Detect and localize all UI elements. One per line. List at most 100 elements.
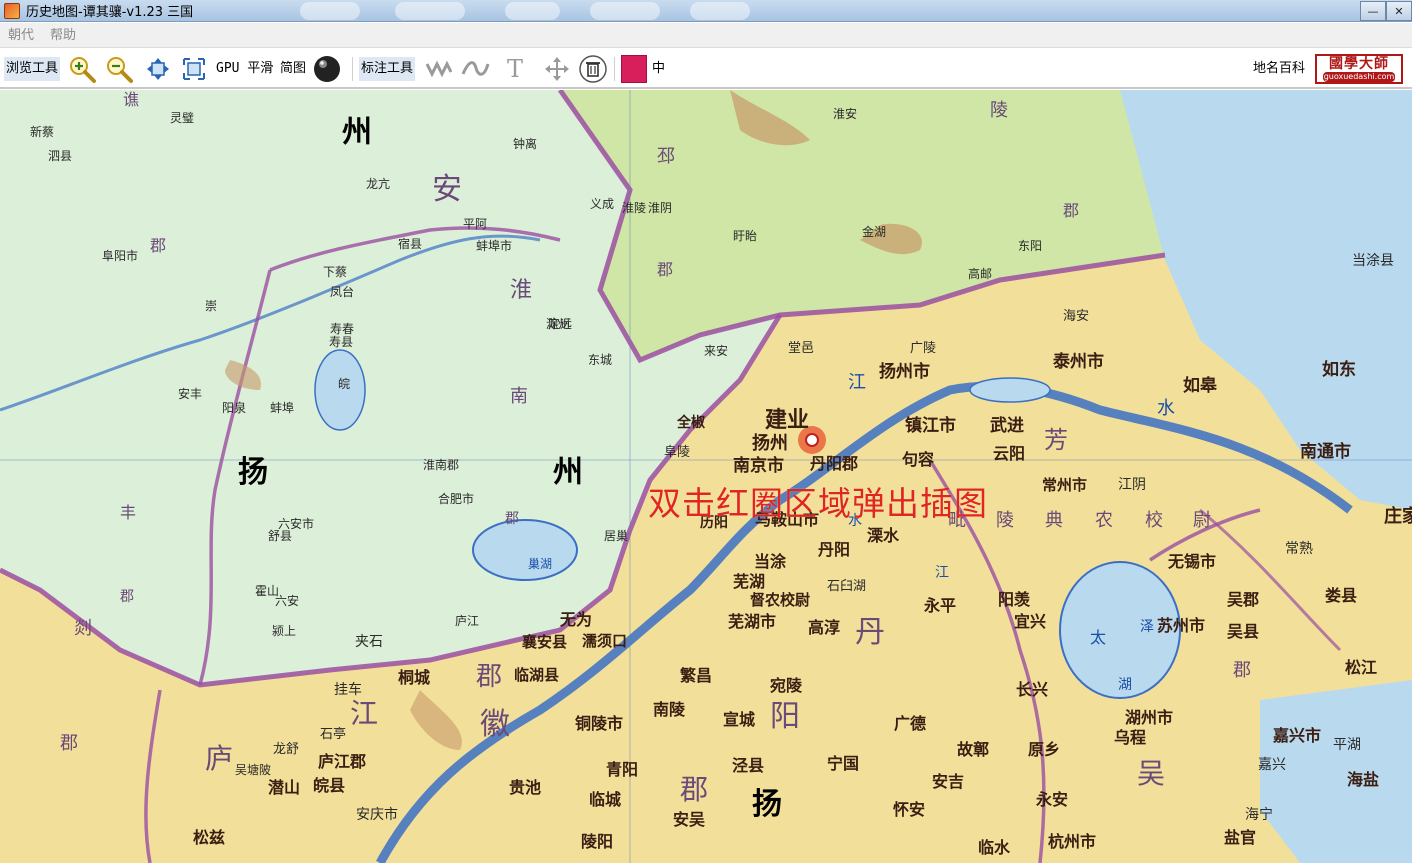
city-label: 蚌埠	[270, 401, 295, 415]
city-label: 挂车	[334, 682, 362, 698]
city-label: 六安	[275, 594, 300, 608]
city-label: 云阳	[993, 444, 1026, 463]
pen-color-swatch[interactable]	[621, 55, 647, 83]
city-label: 庐江	[455, 614, 480, 628]
city-label: 常熟	[1285, 541, 1313, 557]
city-label: 阳羡	[998, 590, 1031, 609]
city-label: 如东	[1322, 360, 1356, 380]
title-bar: 历史地图-谭其骧-v1.23 三国 — ✕	[0, 0, 1412, 22]
city-label: 无为	[560, 610, 593, 629]
city-label: 嘉兴	[1258, 757, 1286, 773]
city-label: 乌程	[1114, 728, 1147, 747]
city-label: 丹阳郡	[810, 454, 859, 473]
city-label: 皖	[338, 377, 351, 391]
capital-label-jianye[interactable]: 建业	[765, 410, 809, 432]
city-label: 桐城	[398, 668, 431, 687]
region-label: 邳	[657, 146, 675, 167]
actual-size-icon[interactable]	[179, 54, 209, 84]
city-label: 杭州市	[1048, 832, 1097, 851]
city-label: 吴县	[1227, 622, 1260, 641]
wave-line-icon[interactable]	[424, 54, 454, 84]
city-label: 皖县	[313, 776, 346, 795]
region-label: 典	[1045, 510, 1063, 531]
taskbar-blur	[300, 2, 360, 20]
city-label: 襄安县	[522, 633, 568, 651]
taskbar-blur	[505, 2, 560, 20]
region-label: 尉	[1193, 510, 1211, 531]
city-label: 安庆市	[356, 807, 398, 823]
city-label: 铜陵市	[575, 714, 624, 733]
city-label: 宜兴	[1014, 612, 1047, 631]
city-label: 无锡市	[1168, 552, 1217, 571]
city-label: 临城	[589, 790, 622, 809]
region-label: 郡	[120, 589, 134, 605]
menu-dynasty[interactable]: 朝代	[0, 23, 42, 48]
city-label: 东城	[588, 353, 613, 367]
window-controls: — ✕	[1360, 0, 1412, 22]
city-label: 东阳	[1018, 239, 1043, 253]
city-label: 怀安	[893, 800, 926, 819]
move-icon[interactable]	[542, 54, 572, 84]
city-label: 淮陵	[622, 201, 647, 215]
region-label: 郡	[657, 260, 674, 279]
water-label: 太	[1090, 628, 1107, 647]
region-label: 谯	[123, 90, 140, 109]
city-label: 寿春	[330, 322, 355, 336]
text-icon[interactable]: T	[500, 54, 530, 84]
guoxue-logo-text: 國學大師	[1329, 56, 1389, 72]
city-label: 蚌埠市	[476, 239, 513, 253]
city-label: 庐江郡	[318, 752, 367, 771]
pen-size-selector[interactable]: 中	[652, 59, 665, 79]
city-label: 宣城	[723, 710, 756, 729]
city-label: 泾县	[732, 756, 765, 775]
region-label: 丰	[120, 503, 137, 522]
region-label: 郡	[680, 773, 709, 806]
city-label: 当涂县	[1352, 253, 1394, 269]
city-label: 泗县	[48, 149, 73, 163]
city-label: 盐官	[1224, 828, 1257, 847]
city-label: 南京市	[733, 456, 784, 476]
city-label: 松兹	[193, 828, 226, 847]
region-label: 江	[350, 697, 379, 730]
water-label: 江	[935, 565, 949, 581]
city-label: 海盐	[1347, 770, 1380, 789]
guoxue-logo-sub: guoxuedashi.com	[1323, 72, 1395, 82]
menu-help[interactable]: 帮助	[42, 23, 84, 48]
city-label: 宁国	[827, 754, 860, 773]
capital-label-yangzhou[interactable]: 扬州	[752, 435, 788, 453]
guoxue-logo[interactable]: 國學大師 guoxuedashi.com	[1315, 54, 1403, 84]
city-label: 全椒	[677, 415, 705, 431]
simple-map-toggle[interactable]: 简图	[280, 59, 306, 79]
region-label: 郡	[150, 236, 167, 255]
gpu-smooth-toggle[interactable]: GPU 平滑	[216, 59, 273, 79]
region-label: 安	[432, 172, 462, 207]
water-label: 湖	[1118, 677, 1132, 693]
city-label: 金湖	[862, 225, 887, 239]
region-label: 吴	[1137, 757, 1166, 790]
fit-window-icon[interactable]	[143, 54, 173, 84]
region-label: 剡	[74, 618, 92, 639]
city-label: 苏州市	[1157, 616, 1206, 635]
city-label: 定远	[548, 317, 573, 331]
close-button[interactable]: ✕	[1386, 1, 1412, 21]
water-label: 江	[848, 372, 866, 393]
water-label: 水	[1157, 398, 1175, 419]
place-encyclopedia-button[interactable]: 地名百科	[1251, 57, 1308, 81]
minimize-button[interactable]: —	[1360, 1, 1386, 21]
region-label: 陵	[996, 510, 1014, 531]
menu-bar: 朝代 帮助	[0, 23, 1412, 48]
city-label: 芜湖市	[728, 612, 777, 631]
region-label: 阳	[770, 699, 800, 734]
zoom-out-icon[interactable]	[104, 54, 134, 84]
map-view[interactable]: 州 州 扬 扬 安 淮 南 丹 阳 徽 江 庐 郡 郡 郡 陵 郡 吴 郡 丰 …	[0, 90, 1412, 863]
city-label: 海宁	[1245, 807, 1273, 823]
curve-icon[interactable]	[460, 54, 490, 84]
annotate-tools-label: 标注工具	[359, 57, 416, 81]
city-label: 嘉兴市	[1273, 726, 1322, 745]
city-label: 灵璧	[170, 111, 195, 125]
delete-icon[interactable]	[578, 54, 608, 84]
city-label: 宛陵	[770, 676, 803, 695]
taskbar-blur	[590, 2, 660, 20]
globe-icon[interactable]	[312, 54, 342, 84]
zoom-in-icon[interactable]	[67, 54, 97, 84]
